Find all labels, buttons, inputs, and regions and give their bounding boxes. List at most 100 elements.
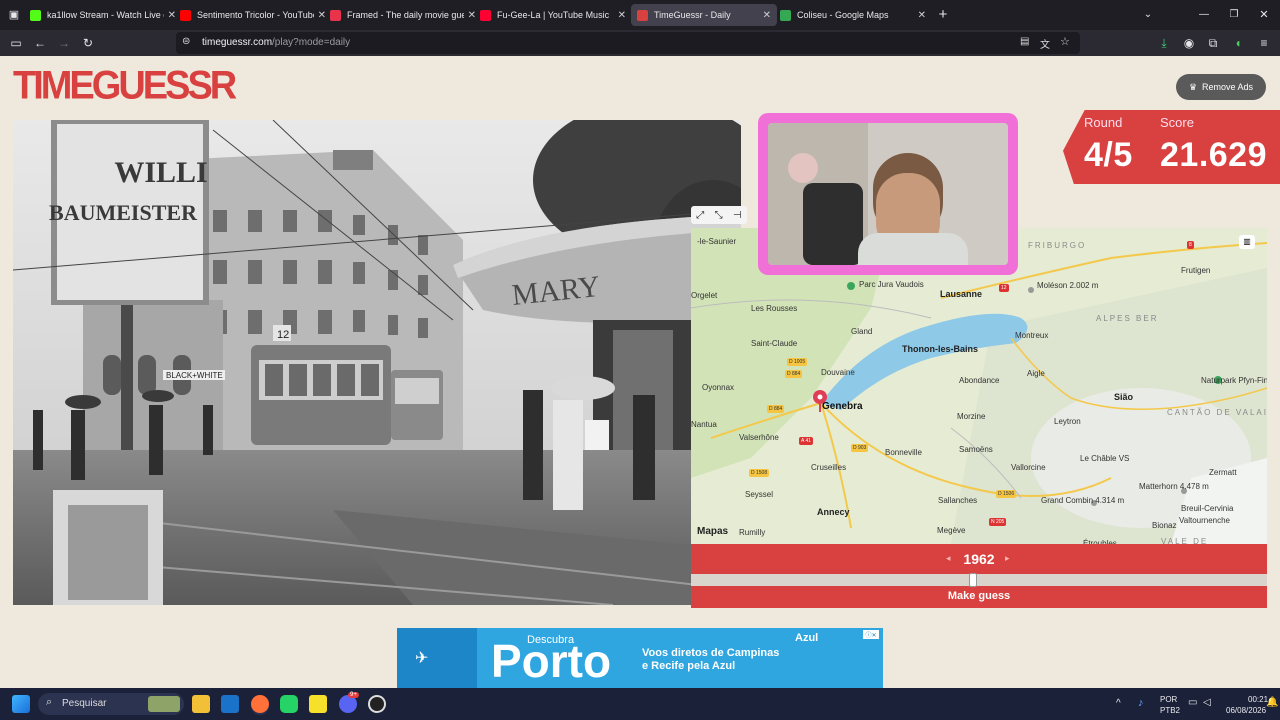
map-label: Grand Combin 4.314 m — [1041, 496, 1125, 505]
map-label: Bonneville — [885, 448, 922, 457]
tab-strip: ▣ ka1llow Stream - Watch Live on ✕ Sentime… — [0, 0, 1280, 30]
taskbar-search[interactable]: ⌕ Pesquisar — [38, 693, 184, 715]
tab-close-icon[interactable]: ✕ — [468, 10, 476, 21]
new-tab-button[interactable]: + — [935, 2, 951, 28]
browser-tab[interactable]: Framed - The daily movie gues ✕ — [330, 4, 476, 26]
map-label: Morzine — [957, 412, 986, 421]
map-label: Douvaine — [821, 368, 855, 377]
tab-close-icon[interactable]: ✕ — [618, 10, 626, 21]
ad-banner[interactable]: ✈ Descubra Porto Voos diretos de Campina… — [397, 628, 883, 688]
file-explorer-icon[interactable] — [192, 695, 210, 713]
windows-start-icon[interactable] — [12, 695, 30, 713]
year-slider-thumb[interactable] — [969, 573, 978, 587]
volume-icon[interactable]: ◁ — [1203, 697, 1211, 708]
list-all-tabs-icon[interactable]: ⌄ — [1140, 2, 1156, 28]
map-label: Montreux — [1015, 331, 1049, 340]
windows-taskbar: ⌕ Pesquisar 9+ ^ ♪ POR PTB2 ▭ ◁ 00:21 06… — [0, 688, 1280, 720]
map-label: Matterhorn 4.478 m — [1139, 482, 1209, 491]
map-label: Bionaz — [1152, 521, 1177, 530]
remove-ads-label: Remove Ads — [1202, 82, 1254, 92]
tab-title: Coliseu - Google Maps — [797, 10, 889, 20]
crown-icon: ♛ — [1188, 81, 1198, 92]
minimize-button[interactable]: — — [1196, 2, 1212, 28]
billboard-line2: BAUMEISTER — [49, 200, 198, 225]
ad-info-icon[interactable]: ⓘ✕ — [863, 630, 879, 639]
map-label: Zermatt — [1209, 468, 1237, 477]
map-label: -le-Saunier — [697, 237, 737, 246]
year-increase-icon[interactable]: ▸ — [1005, 553, 1010, 564]
url-bar[interactable]: ⊜ timeguessr.com/play?mode=daily ▤ 文 ☆ — [176, 32, 1080, 54]
timeguessr-logo[interactable]: TIMEGUESSR — [13, 65, 237, 107]
close-window-button[interactable]: ✕ — [1256, 2, 1272, 28]
ad-line1: Voos diretos de Campinas — [642, 647, 780, 659]
score-panel: Round 4/5 Score 21.629 — [1063, 110, 1280, 184]
year-guess-bar: ◂ 1962 ▸ Make guess — [691, 544, 1267, 608]
tray-overflow-icon[interactable]: ^ — [1116, 698, 1121, 709]
sticky-notes-icon[interactable] — [309, 695, 327, 713]
discord-badge: 9+ — [348, 692, 359, 698]
browser-tab[interactable]: ka1llow Stream - Watch Live on ✕ — [30, 4, 176, 26]
downloads-icon[interactable]: ⤓ — [1156, 30, 1172, 56]
browser-tab[interactable]: Coliseu - Google Maps ✕ — [780, 4, 926, 26]
translate-icon[interactable]: 文 — [1040, 36, 1050, 51]
clock-date[interactable]: 06/08/2026 — [1226, 706, 1266, 715]
bookmark-star-icon[interactable]: ☆ — [1060, 35, 1070, 48]
microphone-icon[interactable]: ♪ — [1138, 697, 1144, 709]
webcam-feed — [768, 123, 1008, 265]
search-icon: ⌕ — [46, 696, 53, 708]
reader-view-icon[interactable]: ▤ — [1020, 36, 1029, 47]
sound-extension-icon[interactable]: ◖ — [1230, 30, 1246, 56]
map-label: VALE DE — [1161, 537, 1209, 544]
map-label: FRIBURGO — [1028, 241, 1087, 250]
sidebar-toggle-icon[interactable]: ▭ — [8, 30, 24, 56]
back-icon[interactable]: ← — [32, 30, 48, 56]
map-label: Cruseilles — [811, 463, 847, 472]
tab-favicon-icon — [330, 9, 341, 21]
obs-icon[interactable] — [368, 695, 386, 713]
network-icon[interactable]: ▭ — [1188, 697, 1197, 708]
map-label: Naturpark Pfyn-Finges — [1201, 376, 1267, 385]
tab-close-icon[interactable]: ✕ — [168, 10, 176, 21]
tab-overview-icon[interactable]: ▣ — [6, 2, 22, 28]
map-label: Orgelet — [691, 291, 718, 300]
tab-title: TimeGuessr - Daily — [654, 10, 731, 20]
shrink-map-icon[interactable]: ⤡ — [715, 210, 723, 221]
tab-close-icon[interactable]: ✕ — [318, 10, 326, 21]
tab-title: Fu-Gee-La | YouTube Music — [497, 10, 610, 20]
map-size-controls: ⤢ ⤡ ⊣ — [691, 206, 747, 224]
guess-map[interactable]: -le-Saunier FRIBURGO Parc Jura Vaudois Laus… — [691, 228, 1267, 544]
tab-close-icon[interactable]: ✕ — [763, 10, 771, 21]
site-info-icon[interactable]: ⊜ — [182, 36, 190, 47]
reload-icon[interactable]: ↻ — [80, 30, 96, 56]
notification-bell-icon[interactable]: 🔔 — [1266, 697, 1278, 708]
map-label: Annecy — [817, 507, 850, 517]
tram-number: 12 — [277, 329, 289, 341]
browser-tab[interactable]: TimeGuessr - Daily ✕ — [631, 4, 777, 26]
map-label: Oyonnax — [702, 383, 735, 392]
map-terrain — [691, 228, 1267, 544]
map-label: Les Rousses — [751, 304, 798, 313]
extensions-icon[interactable]: ⧉ — [1205, 30, 1221, 56]
forward-icon[interactable]: → — [56, 30, 72, 56]
menu-icon[interactable]: ≡ — [1256, 30, 1272, 56]
make-guess-button[interactable]: Make guess — [691, 590, 1267, 602]
webcam-overlay — [758, 113, 1018, 275]
map-layers-button[interactable]: ▥ — [1239, 235, 1255, 249]
language-top[interactable]: POR — [1160, 695, 1177, 704]
firefox-icon[interactable] — [251, 695, 269, 713]
whatsapp-icon[interactable] — [280, 695, 298, 713]
account-icon[interactable]: ◉ — [1181, 30, 1197, 56]
browser-tab[interactable]: Fu-Gee-La | YouTube Music ✕ — [480, 4, 626, 26]
map-label: Samoëns — [959, 445, 993, 454]
tab-favicon-icon — [480, 9, 491, 21]
remove-ads-button[interactable]: ♛ Remove Ads — [1176, 74, 1266, 100]
outlook-icon[interactable] — [221, 695, 239, 713]
browser-tab[interactable]: Sentimento Tricolor - YouTube ✕ — [180, 4, 326, 26]
shop-sign: BLACK+WHITE — [166, 371, 223, 380]
language-bottom[interactable]: PTB2 — [1160, 706, 1180, 715]
tab-close-icon[interactable]: ✕ — [918, 10, 926, 21]
pin-map-icon[interactable]: ⊣ — [733, 210, 742, 221]
expand-map-icon[interactable]: ⤢ — [696, 210, 704, 221]
maximize-button[interactable]: ❐ — [1226, 2, 1242, 28]
year-slider[interactable] — [691, 573, 1267, 587]
